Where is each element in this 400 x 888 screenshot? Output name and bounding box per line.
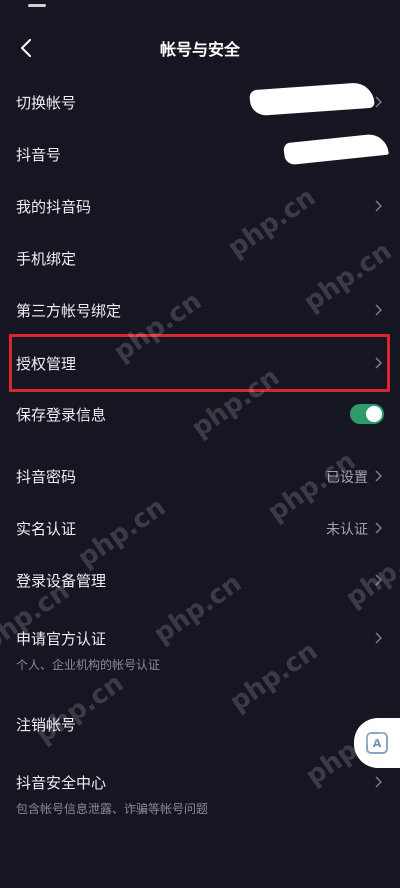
row-label: 我的抖音码 [16, 198, 92, 216]
row-label: 抖音号 [16, 146, 62, 164]
text-recognition-icon: A [366, 732, 388, 754]
chevron-right-icon [375, 200, 382, 212]
row-subtitle: 个人、企业机构的帐号认证 [16, 658, 161, 672]
toggle-knob [366, 406, 382, 422]
row-label: 授权管理 [16, 355, 77, 373]
row-label: 切换帐号 [16, 94, 77, 112]
save-login-toggle[interactable] [350, 404, 384, 424]
row-label: 实名认证 [16, 520, 77, 538]
row-login-device-management[interactable]: 登录设备管理 [0, 562, 400, 598]
row-label: 申请官方认证 [16, 630, 107, 648]
row-label: 保存登录信息 [16, 406, 107, 424]
row-my-qr-code[interactable]: 我的抖音码 [0, 188, 400, 224]
chevron-right-icon [375, 304, 382, 316]
row-save-login-info: 保存登录信息 [0, 398, 400, 430]
row-value: 已设置 [326, 470, 368, 486]
chevron-right-icon [375, 357, 382, 369]
text-recognition-button[interactable]: A [354, 718, 400, 768]
row-label: 登录设备管理 [16, 572, 107, 590]
row-authorization-management[interactable]: 授权管理 [0, 344, 400, 382]
page-title: 帐号与安全 [159, 40, 240, 59]
chevron-right-icon [375, 574, 382, 586]
row-label: 第三方帐号绑定 [16, 302, 122, 320]
row-real-name-verification[interactable]: 实名认证 未认证 [0, 510, 400, 546]
chevron-right-icon [375, 470, 382, 482]
status-icon [28, 4, 46, 7]
chevron-right-icon [375, 632, 382, 644]
row-label: 抖音密码 [16, 468, 77, 486]
chevron-right-icon [375, 96, 382, 108]
row-subtitle: 包含帐号信息泄露、诈骗等帐号问题 [16, 802, 209, 816]
row-label: 手机绑定 [16, 250, 77, 268]
chevron-right-icon [375, 776, 382, 788]
row-label: 注销帐号 [16, 716, 77, 734]
status-bar [0, 0, 400, 28]
chevron-right-icon [375, 522, 382, 534]
row-delete-account[interactable]: 注销帐号 [0, 706, 400, 742]
row-official-verification[interactable]: 申请官方认证 个人、企业机构的帐号认证 [0, 622, 400, 678]
row-password[interactable]: 抖音密码 已设置 [0, 458, 400, 494]
row-label: 抖音安全中心 [16, 774, 107, 792]
row-third-party-binding[interactable]: 第三方帐号绑定 [0, 292, 400, 328]
row-value: 未认证 [326, 522, 368, 538]
header: 帐号与安全 [0, 28, 400, 68]
row-security-center[interactable]: 抖音安全中心 包含帐号信息泄露、诈骗等帐号问题 [0, 766, 400, 822]
row-phone-binding[interactable]: 手机绑定 [0, 240, 400, 276]
